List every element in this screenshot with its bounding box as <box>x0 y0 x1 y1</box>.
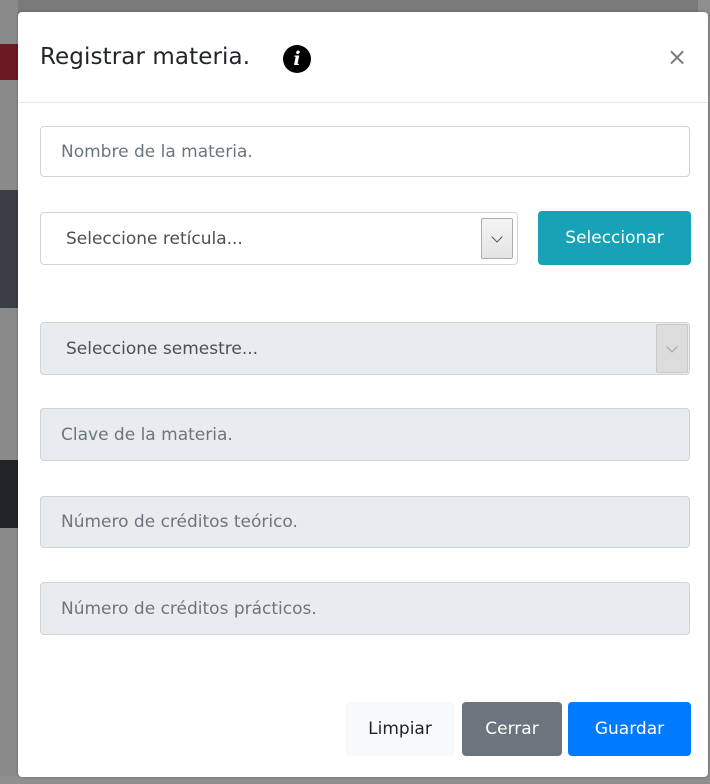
save-button[interactable]: Guardar <box>568 702 691 756</box>
backdrop-fragment <box>0 190 18 308</box>
close-button[interactable]: × <box>662 42 692 72</box>
practice-credits-input: Número de créditos prácticos. <box>40 582 690 635</box>
subject-name-placeholder: Nombre de la materia. <box>61 141 253 162</box>
backdrop-bottom <box>0 776 710 784</box>
select-reticula-button[interactable]: Seleccionar <box>538 211 691 265</box>
theory-credits-placeholder: Número de créditos teórico. <box>61 512 298 532</box>
subject-key-placeholder: Clave de la materia. <box>61 424 233 445</box>
modal-header: Registrar materia. i × <box>18 12 708 103</box>
theory-credits-input: Número de créditos teórico. <box>40 496 690 548</box>
clear-button[interactable]: Limpiar <box>346 702 454 756</box>
backdrop-fragment <box>0 460 18 528</box>
backdrop-left <box>0 0 18 784</box>
reticula-selected-value: Seleccione retícula... <box>66 228 243 249</box>
practice-credits-placeholder: Número de créditos prácticos. <box>61 598 317 619</box>
info-circle-icon[interactable]: i <box>283 45 311 73</box>
subject-name-input[interactable]: Nombre de la materia. <box>40 126 690 177</box>
chevron-down-icon[interactable] <box>481 218 513 259</box>
chevron-down-icon <box>656 324 688 373</box>
close-modal-button[interactable]: Cerrar <box>462 702 562 756</box>
backdrop-fragment <box>0 44 18 80</box>
subject-key-input: Clave de la materia. <box>40 408 690 461</box>
semester-select: Seleccione semestre... <box>40 322 690 375</box>
semester-selected-value: Seleccione semestre... <box>66 338 259 359</box>
register-subject-modal: Registrar materia. i × Nombre de la mate… <box>18 12 708 777</box>
reticula-select[interactable]: Seleccione retícula... <box>40 212 518 265</box>
modal-title: Registrar materia. <box>40 44 251 70</box>
